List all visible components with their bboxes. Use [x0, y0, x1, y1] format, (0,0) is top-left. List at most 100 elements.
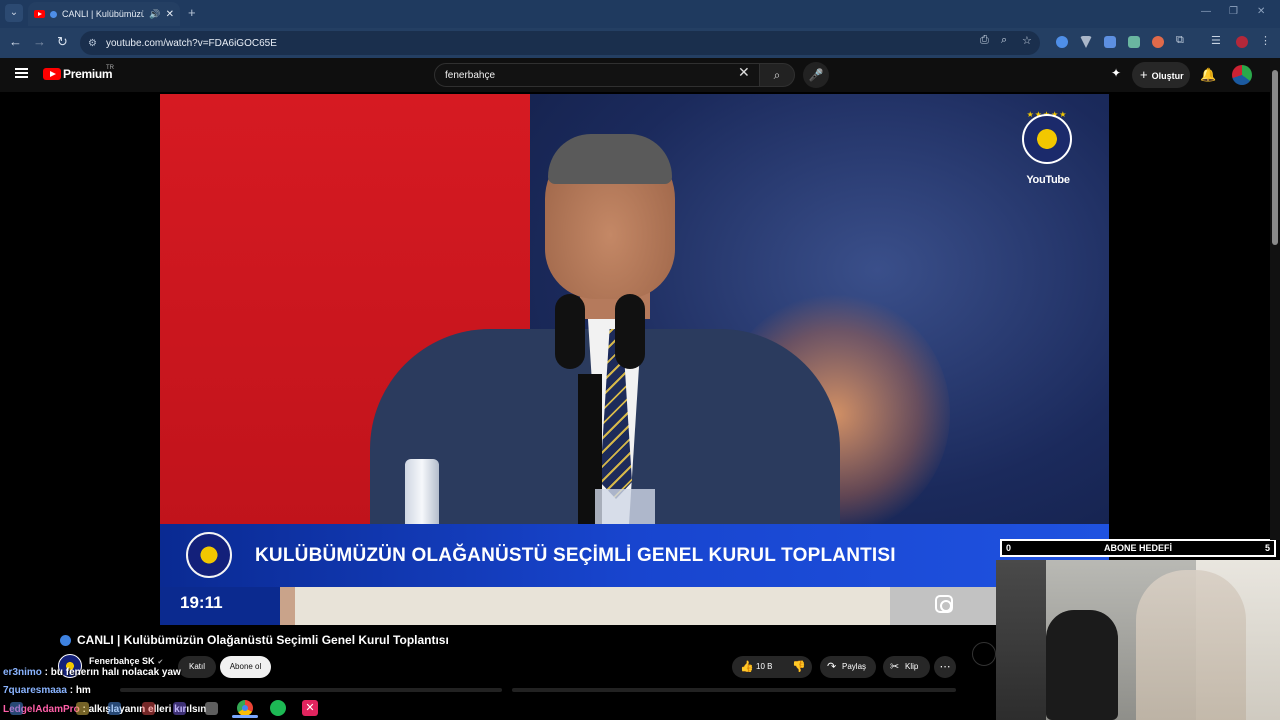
x-app-icon[interactable]: ✕: [302, 700, 318, 716]
tab-search-button[interactable]: ⌄: [5, 4, 23, 22]
clip-button[interactable]: ✂ Klip: [883, 656, 930, 678]
url-text: youtube.com/watch?v=FDA6iGOC65E: [105, 37, 277, 49]
close-window-icon[interactable]: ✕: [1257, 6, 1265, 17]
plus-icon: +: [1140, 67, 1148, 82]
subscribe-button[interactable]: Abone ol: [220, 656, 271, 678]
browser-tab-active[interactable]: CANLI | Kulübümüzün O 🔊 ✕: [28, 2, 180, 26]
video-player[interactable]: ★★★★★ YouTube KULÜBÜMÜZÜN OLAĞANÜSTÜ SEÇ…: [160, 94, 1109, 625]
browser-toolbar: ← → ↻ ⚙ youtube.com/watch?v=FDA6iGOC65E …: [0, 28, 1280, 58]
more-actions-button[interactable]: ⋯: [934, 656, 956, 678]
sub-goal-current: 0: [1006, 543, 1012, 553]
video-title: CANLI | Kulübümüzün Olağanüstü Seçimli G…: [60, 633, 449, 647]
dislike-icon[interactable]: 👎: [792, 656, 806, 678]
page-scrollbar-thumb[interactable]: [1272, 70, 1278, 245]
bookmark-star-icon[interactable]: ☆: [1022, 34, 1032, 47]
video-title-text: CANLI | Kulübümüzün Olağanüstü Seçimli G…: [77, 633, 449, 647]
like-icon[interactable]: 👍: [740, 656, 754, 678]
tab-title: CANLI | Kulübümüzün O: [62, 9, 145, 19]
sub-goal-label: ABONE HEDEFİ: [1103, 543, 1172, 553]
speaker-icon[interactable]: 🔊: [149, 9, 160, 20]
podium-plate: [595, 489, 655, 529]
live-indicator-icon: [50, 10, 57, 18]
clock-bar: 19:11: [160, 587, 1109, 625]
chat-username: 7quaresmaaa: [3, 685, 67, 696]
maximize-icon[interactable]: ❐: [1229, 6, 1238, 17]
spotify-icon[interactable]: [270, 700, 286, 716]
start-menu-icon[interactable]: [10, 702, 23, 715]
taskbar-app-icon[interactable]: [173, 702, 186, 715]
chat-message: er3nimo : bu fenerın halı nolacak yaw: [3, 667, 181, 678]
create-label: Oluştur: [1151, 71, 1184, 81]
notifications-bell-icon[interactable]: 🔔: [1200, 67, 1216, 83]
back-icon[interactable]: ←: [9, 34, 22, 49]
scissors-icon: ✂: [890, 661, 900, 673]
extensions-puzzle-icon[interactable]: ⧉: [1176, 34, 1184, 47]
taskbar: [0, 696, 1280, 720]
chat-text: : bu fenerın halı nolacak yaw: [41, 667, 181, 678]
active-app-indicator: [232, 715, 258, 718]
youtube-logo-icon[interactable]: [43, 68, 61, 80]
recommendation-chip[interactable]: [120, 688, 502, 692]
channel-name[interactable]: Fenerbahçe SK ✔: [89, 656, 163, 666]
reading-list-icon[interactable]: ☰: [1211, 34, 1221, 47]
speaker-hair: [548, 134, 672, 184]
browser-tab-strip: ⌄ CANLI | Kulübümüzün O 🔊 ✕ + — ❐ ✕: [0, 0, 1280, 28]
clear-search-icon[interactable]: ✕: [738, 64, 750, 81]
site-info-icon[interactable]: ⚙: [88, 38, 97, 49]
youtube-header: Premium TR fenerbahçe ⌕ 🎤 ✦ + Oluştur 🔔: [0, 58, 1280, 92]
zoom-icon[interactable]: ⌕: [1001, 34, 1007, 47]
search-button[interactable]: ⌕: [759, 63, 795, 87]
microphone: [555, 294, 585, 369]
recommendation-chip[interactable]: [512, 688, 956, 692]
share-button[interactable]: ↷ Paylaş: [820, 656, 876, 678]
new-tab-button[interactable]: +: [188, 5, 196, 20]
minimize-icon[interactable]: —: [1201, 6, 1211, 17]
fenerbahce-crest-icon: [186, 532, 232, 578]
cast-icon[interactable]: ✦: [1111, 66, 1121, 80]
lower-third-banner: KULÜBÜMÜZÜN OLAĞANÜSTÜ SEÇİMLİ GENEL KUR…: [160, 524, 1109, 587]
extension-icon[interactable]: [1056, 36, 1068, 48]
browser-menu-icon[interactable]: ⋮: [1260, 34, 1271, 47]
sub-goal-bar: ABONE HEDEFİ 0 5: [1000, 539, 1276, 557]
extension-icon[interactable]: [1080, 36, 1092, 48]
taskbar-app-icon[interactable]: [142, 702, 155, 715]
install-app-icon[interactable]: ⎙: [980, 34, 989, 47]
search-input[interactable]: fenerbahçe: [434, 63, 760, 87]
share-label: Paylaş: [842, 662, 867, 671]
taskbar-app-icon[interactable]: [76, 702, 89, 715]
reload-icon[interactable]: ↻: [57, 34, 68, 50]
taskbar-app-icon[interactable]: [205, 702, 218, 715]
live-chat-toggle[interactable]: [972, 642, 996, 666]
microphone: [615, 294, 645, 369]
profile-avatar[interactable]: [1236, 36, 1248, 48]
like-dislike-group: 👍 10 B 👎: [732, 656, 812, 678]
share-icon: ↷: [827, 661, 837, 673]
youtube-watermark: YouTube: [1026, 174, 1070, 186]
broadcast-clock: 19:11: [180, 593, 223, 612]
instagram-icon: [935, 595, 953, 613]
youtube-brand[interactable]: Premium: [63, 67, 113, 81]
chat-text: : hm: [66, 685, 91, 696]
sub-goal-target: 5: [1264, 543, 1270, 553]
join-button[interactable]: Katıl: [178, 656, 216, 678]
extension-icon[interactable]: [1152, 36, 1164, 48]
chat-message: 7quaresmaaa : hm: [3, 685, 91, 696]
live-indicator-icon: [60, 634, 71, 646]
voice-search-button[interactable]: 🎤: [803, 62, 829, 88]
like-count[interactable]: 10 B: [756, 656, 772, 678]
channel-name-text: Fenerbahçe SK: [89, 656, 155, 666]
account-avatar[interactable]: [1232, 65, 1252, 85]
youtube-favicon-icon: [34, 10, 45, 18]
address-bar[interactable]: ⚙ youtube.com/watch?v=FDA6iGOC65E: [80, 31, 1040, 55]
taskbar-app-icon[interactable]: [108, 702, 121, 715]
menu-icon[interactable]: [15, 68, 28, 78]
translate-extension-icon[interactable]: [1104, 36, 1116, 48]
extension-icon[interactable]: [1128, 36, 1140, 48]
forward-icon[interactable]: →: [33, 34, 46, 49]
tab-close-icon[interactable]: ✕: [166, 9, 174, 20]
create-button[interactable]: + Oluştur: [1132, 62, 1190, 88]
banner-title: KULÜBÜMÜZÜN OLAĞANÜSTÜ SEÇİMLİ GENEL KUR…: [255, 545, 896, 566]
chrome-icon[interactable]: [237, 700, 253, 716]
clip-label: Klip: [905, 662, 919, 671]
chat-username: er3nimo: [3, 667, 42, 678]
